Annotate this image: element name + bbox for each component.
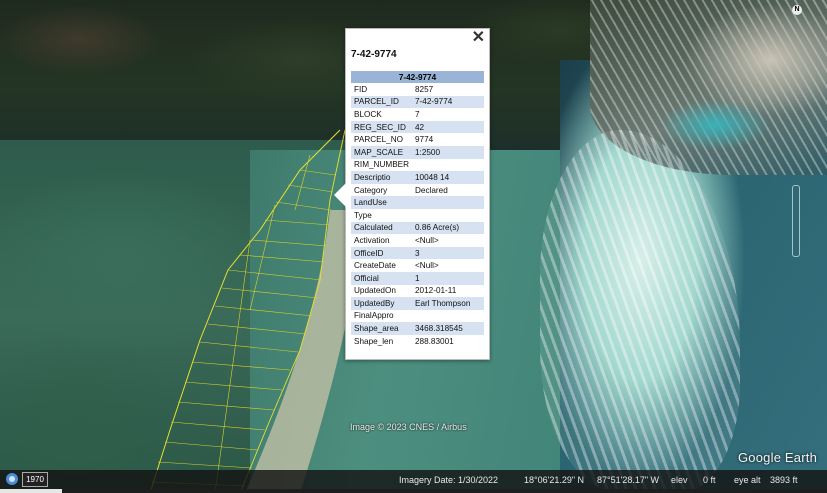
- attribute-value: 3: [412, 246, 484, 260]
- attribute-row: Shape_area 3468.318545: [351, 322, 484, 335]
- attribute-key: Descriptio: [351, 171, 412, 184]
- attribute-key: Official: [351, 271, 412, 285]
- attribute-value: <Null>: [415, 235, 439, 245]
- attribute-row: CreateDate <Null>: [351, 259, 484, 272]
- attribute-row: UpdatedBy Earl Thompson: [351, 297, 484, 310]
- parcel-info-popup: 7-42-9774 ✕ 7-42-9774 FID 8257 PARCEL_ID 7-…: [334, 28, 490, 360]
- elevation-label: elev: [671, 475, 688, 485]
- loading-progress-bar: [0, 489, 62, 493]
- attribute-value: 8257: [415, 84, 434, 94]
- attribute-row: MAP_SCALE 1:2500: [351, 145, 484, 159]
- longitude-readout: 87°51'28.17" W: [597, 475, 660, 485]
- attribute-key: PARCEL_ID: [351, 95, 412, 109]
- attribute-row: PARCEL_NO 9774: [351, 133, 484, 146]
- table-header: 7-42-9774: [351, 71, 484, 83]
- attribute-row: FID 8257: [351, 83, 484, 96]
- attribute-key: Shape_area: [351, 322, 412, 335]
- attribute-value: 288.83001: [415, 336, 454, 346]
- attribute-key: UpdatedBy: [351, 297, 412, 310]
- eye-alt-label: eye alt: [734, 475, 761, 485]
- popup-title: 7-42-9774: [351, 49, 397, 60]
- attribute-table: 7-42-9774 FID 8257 PARCEL_ID 7-42-9774 BLOCK…: [351, 71, 484, 347]
- attribute-row: RIM_NUMBER: [351, 159, 484, 172]
- attribute-value: 2012-01-11: [415, 286, 457, 296]
- attribute-key: Category: [354, 185, 388, 195]
- attribute-key: MAP_SCALE: [351, 145, 412, 159]
- attribute-row: PARCEL_ID 7-42-9774: [351, 95, 484, 109]
- zoom-slider[interactable]: [792, 185, 800, 257]
- compass-icon[interactable]: N: [792, 5, 802, 15]
- close-button[interactable]: ✕: [472, 30, 485, 46]
- attribute-key: REG_SEC_ID: [351, 120, 412, 134]
- attribute-key: Calculated: [351, 221, 412, 235]
- attribute-key: Type: [354, 210, 372, 220]
- attribute-row: Calculated 0.86 Acre(s): [351, 221, 484, 235]
- attribute-row: Official 1: [351, 271, 484, 285]
- attribute-value: 10048 14: [412, 171, 484, 184]
- status-bar: 1970 Imagery Date: 1/30/2022 18°06'21.29…: [0, 470, 827, 489]
- google-earth-logo: Google Earth: [738, 450, 818, 465]
- footer-bar: [0, 489, 827, 493]
- attribute-key: RIM_NUMBER: [354, 160, 410, 170]
- attribute-value: [412, 209, 484, 222]
- attribute-key: BLOCK: [354, 109, 382, 119]
- attribute-row: Descriptio 10048 14: [351, 171, 484, 184]
- attribute-key: UpdatedOn: [354, 286, 396, 296]
- attribute-row: Category Declared: [351, 184, 484, 197]
- attribute-key: Activation: [354, 235, 390, 245]
- historical-imagery-icon[interactable]: [6, 473, 18, 485]
- attribute-row: Type: [351, 209, 484, 222]
- attribute-value: 1:2500: [412, 145, 484, 159]
- attribute-value: [412, 310, 484, 323]
- attribute-value: Declared: [415, 185, 448, 195]
- attribute-value: 42: [412, 120, 484, 134]
- latitude-readout: 18°06'21.29" N: [524, 475, 585, 485]
- attribute-value: <Null>: [415, 261, 439, 271]
- attribute-key: OfficeID: [351, 246, 412, 260]
- attribute-value: 9774: [415, 135, 434, 145]
- attribute-row: UpdatedOn 2012-01-11: [351, 285, 484, 298]
- imagery-attribution: Image © 2023 CNES / Airbus: [350, 422, 467, 432]
- imagery-date: Imagery Date: 1/30/2022: [399, 475, 499, 485]
- attribute-key: PARCEL_NO: [354, 135, 403, 145]
- attribute-value: Earl Thompson: [412, 297, 484, 310]
- attribute-value: 7: [415, 109, 420, 119]
- attribute-value: [412, 159, 484, 172]
- year-selector[interactable]: 1970: [22, 472, 48, 487]
- eye-alt-value: 3893 ft: [770, 475, 798, 485]
- attribute-row: Shape_len 288.83001: [351, 335, 484, 348]
- attribute-row: FinalAppro: [351, 310, 484, 323]
- attribute-row: OfficeID 3: [351, 246, 484, 260]
- attribute-value: 0.86 Acre(s): [412, 221, 484, 235]
- attribute-key: FinalAppro: [354, 311, 394, 321]
- attribute-row: Activation <Null>: [351, 234, 484, 247]
- elevation-value: 0 ft: [703, 475, 716, 485]
- attribute-value: [412, 196, 484, 209]
- attribute-key: CreateDate: [354, 261, 396, 271]
- attribute-key: Shape_len: [354, 336, 394, 346]
- attribute-row: LandUse: [351, 196, 484, 209]
- attribute-value: 7-42-9774: [412, 95, 484, 109]
- attribute-row: REG_SEC_ID 42: [351, 120, 484, 134]
- attribute-value: 3468.318545: [412, 322, 484, 335]
- attribute-key: LandUse: [351, 196, 412, 209]
- attribute-key: FID: [354, 84, 368, 94]
- attribute-row: BLOCK 7: [351, 108, 484, 121]
- attribute-value: 1: [412, 271, 484, 285]
